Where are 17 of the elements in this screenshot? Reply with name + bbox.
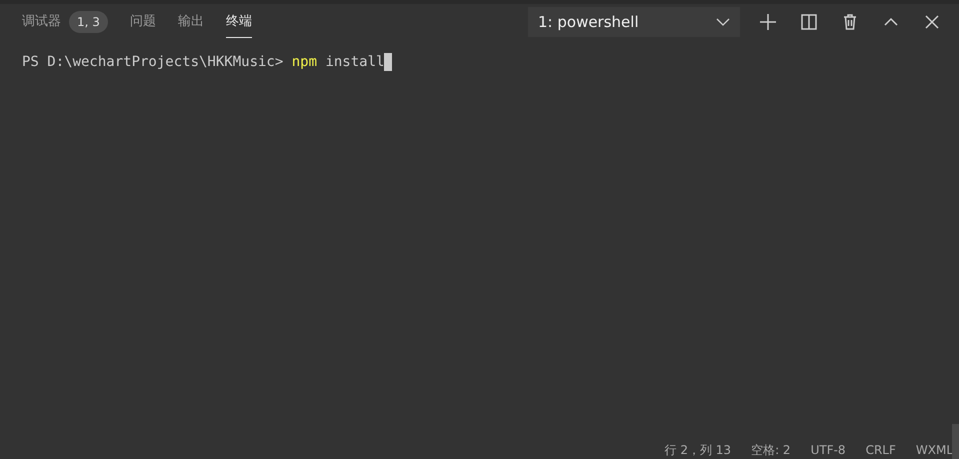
close-icon bbox=[923, 13, 941, 31]
status-item[interactable]: WXML bbox=[916, 441, 953, 459]
status-item[interactable]: 行 2，列 13 bbox=[664, 441, 732, 459]
trash-icon bbox=[841, 13, 859, 31]
panel-tab[interactable]: 输出 bbox=[178, 6, 204, 38]
terminal-line: PS D:\wechartProjects\HKKMusic> npm install bbox=[22, 52, 937, 73]
split-icon bbox=[800, 13, 818, 31]
panel-tab[interactable]: 终端 bbox=[226, 6, 252, 38]
count-badge: 1, 3 bbox=[69, 10, 108, 32]
status-item[interactable]: CRLF bbox=[866, 441, 896, 459]
status-item[interactable]: 空格: 2 bbox=[751, 441, 791, 459]
panel-tab[interactable]: 调试器 1, 3 bbox=[22, 4, 108, 40]
status-item[interactable]: UTF-8 bbox=[810, 441, 846, 459]
terminal-dropdown[interactable]: 1: powershell bbox=[528, 7, 740, 37]
add-icon bbox=[759, 13, 777, 31]
chevron-down-icon bbox=[716, 18, 730, 26]
panel-tab[interactable]: 问题 bbox=[130, 6, 156, 38]
